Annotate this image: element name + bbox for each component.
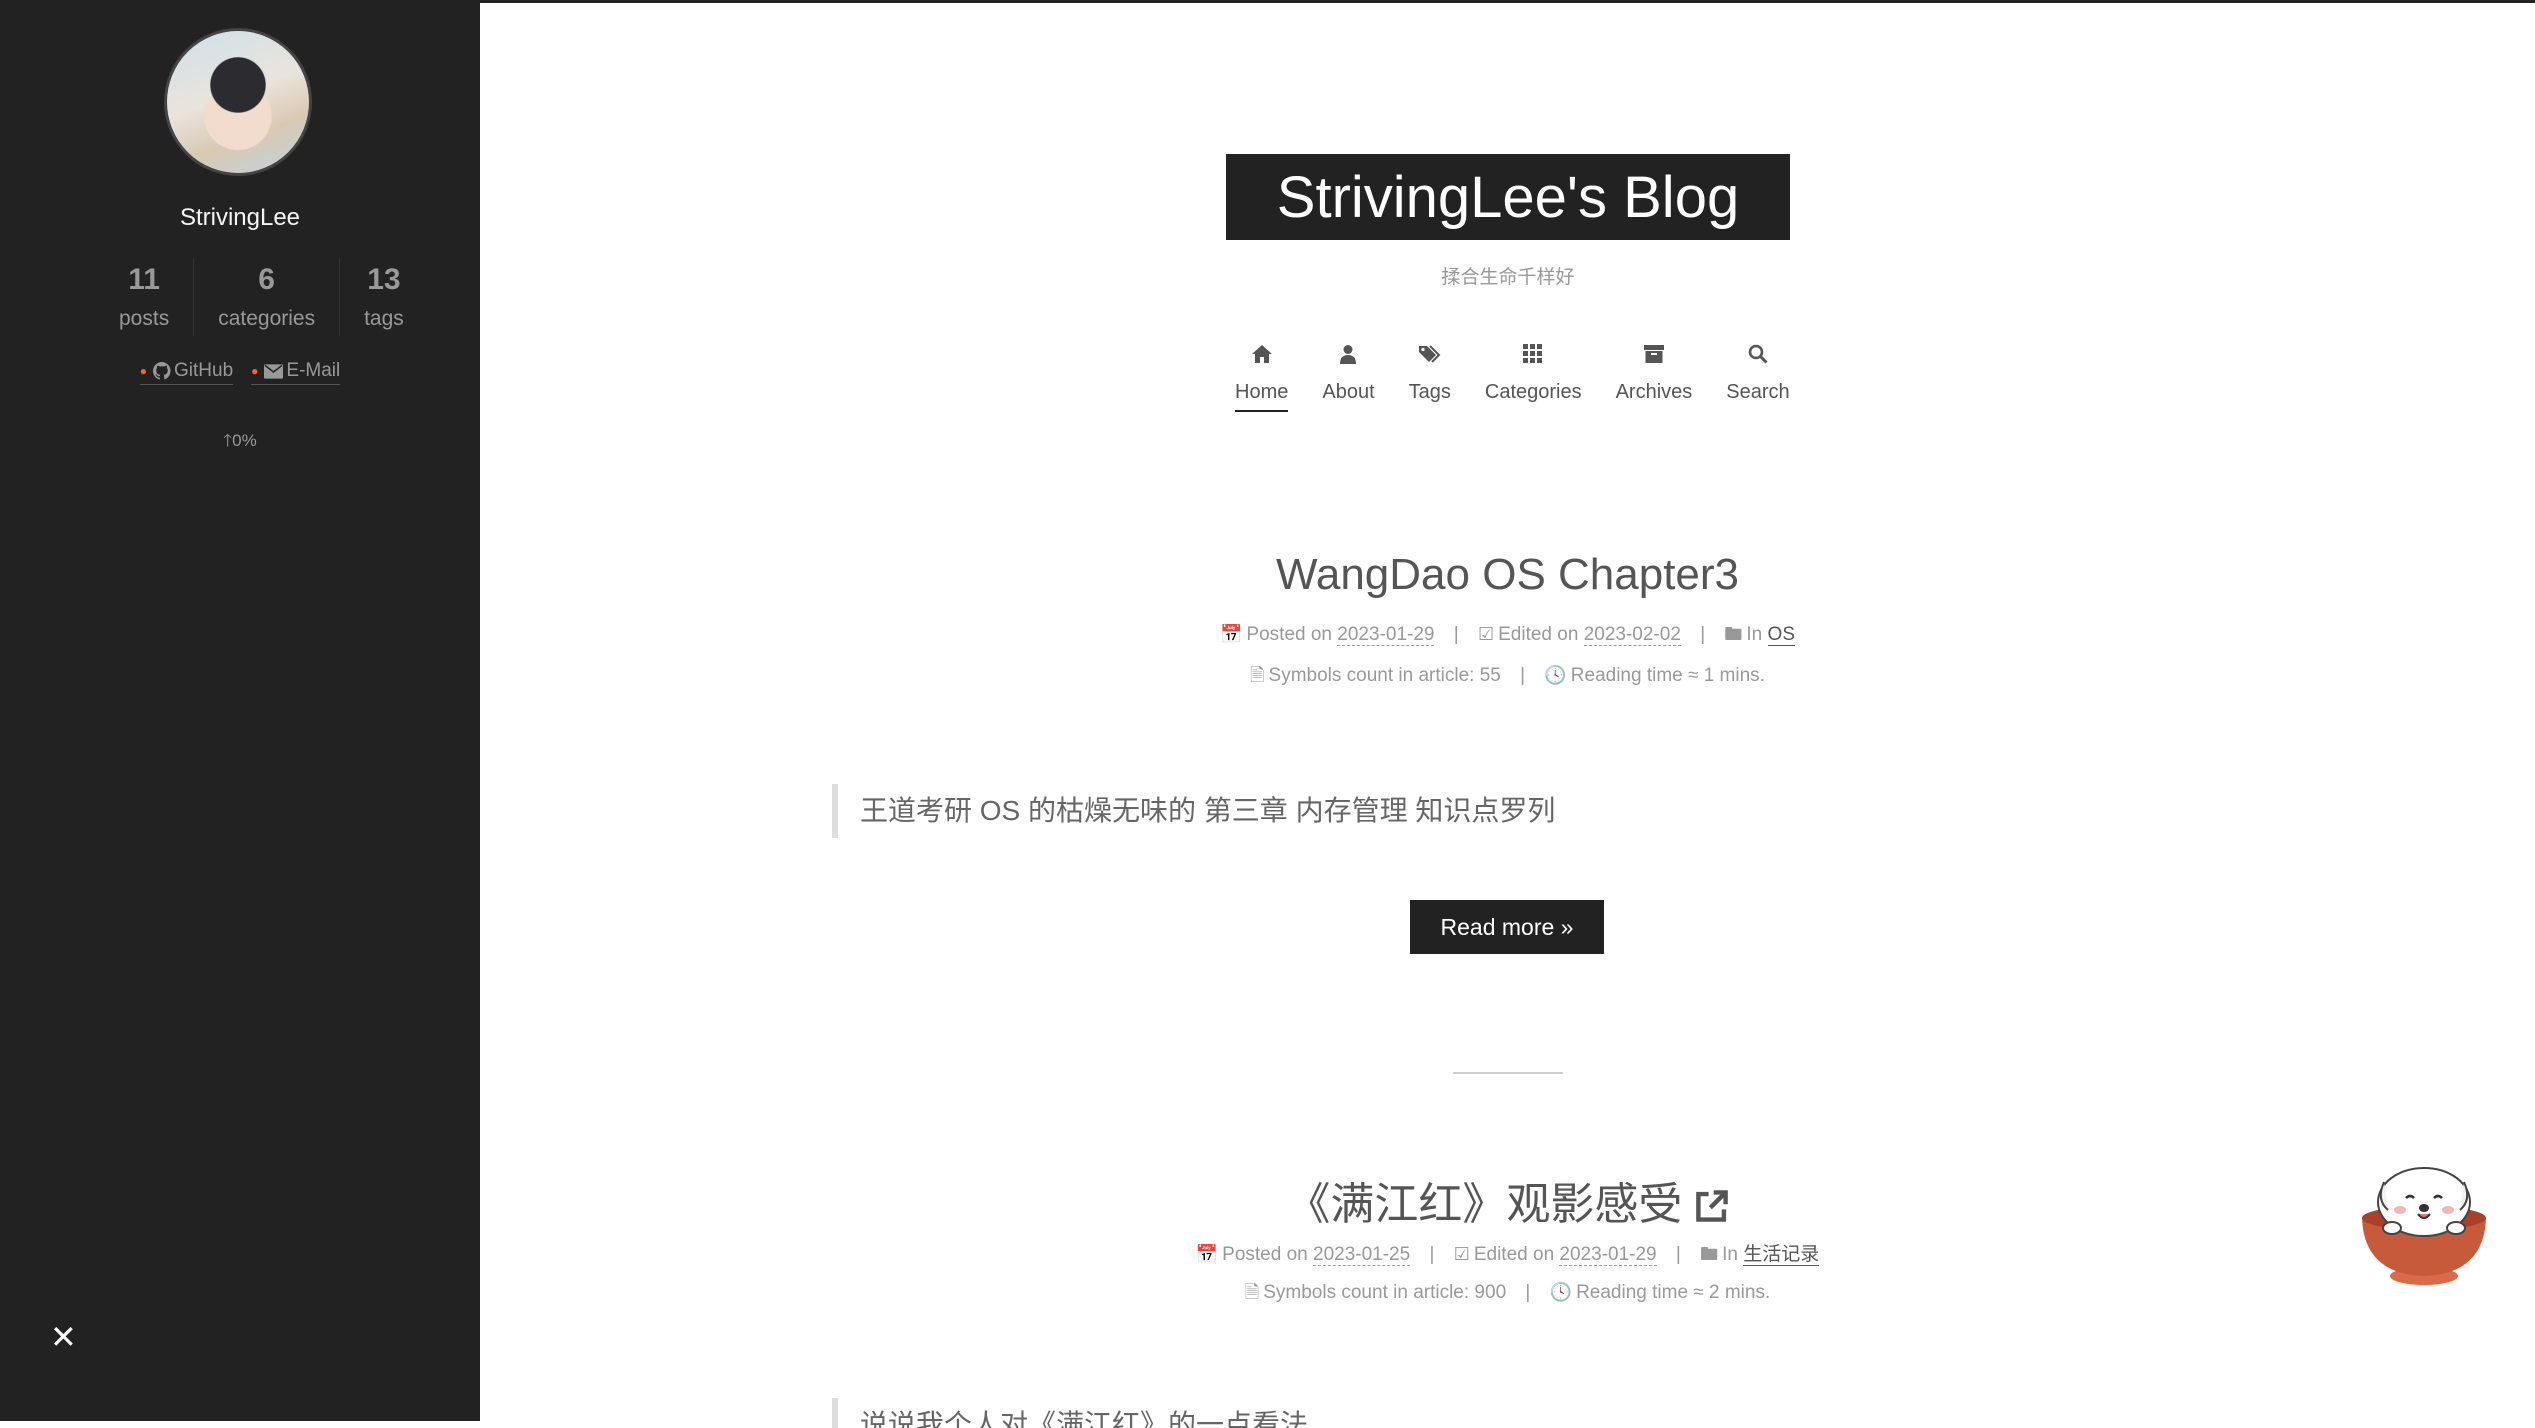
post-stats: 🗎 Symbols count in article: 900 | 🕓 Readin…	[480, 1280, 2535, 1310]
archive-icon	[1616, 340, 1693, 374]
social-links: ● GitHub ● E-Mail	[0, 360, 480, 385]
meta-separator: |	[1453, 624, 1459, 645]
post-excerpt: 说说我个人对《满江红》的一点看法	[832, 1398, 1308, 1428]
user-icon	[1322, 340, 1374, 374]
dot-icon: ●	[139, 364, 147, 378]
in-label: In	[1746, 624, 1763, 645]
site-title: StrivingLee's Blog	[1276, 164, 1740, 230]
posts-count: 11	[128, 263, 160, 296]
email-label: E-Mail	[286, 360, 341, 381]
clock-icon: 🕓	[1549, 1282, 1573, 1302]
post-meta: 📅 Posted on 2023-01-29 | ☑ Edited on 2023-…	[480, 622, 2535, 652]
edited-label: Edited on	[1498, 624, 1579, 645]
post-title[interactable]: 《满江红》观影感受	[480, 1168, 2535, 1232]
github-link[interactable]: ● GitHub	[139, 360, 234, 385]
mascot-icon[interactable]	[2354, 1156, 2494, 1296]
posted-date[interactable]: 2023-01-25	[1313, 1244, 1411, 1266]
back-to-top[interactable]: 🡑0%	[0, 428, 480, 457]
in-label: In	[1722, 1244, 1738, 1265]
meta-separator: |	[1429, 1244, 1435, 1265]
author-name: StrivingLee	[179, 204, 301, 231]
tags-count: 13	[367, 263, 401, 296]
arrow-up-icon: 🡑	[223, 431, 233, 450]
symbols-count: Symbols count in article: 900	[1263, 1282, 1507, 1303]
top-border	[480, 0, 2535, 3]
clock-icon: 🕓	[1544, 665, 1567, 685]
read-more-button[interactable]: Read more »	[1410, 900, 1604, 954]
main-menu: Home About Tags Categories Archives Sear…	[1218, 340, 1807, 412]
file-icon: 🗎	[1250, 665, 1265, 685]
meta-separator: |	[1520, 665, 1526, 686]
category-link[interactable]: 生活记录	[1743, 1244, 1820, 1266]
post-excerpt: 王道考研 OS 的枯燥无味的 第三章 内存管理 知识点罗列	[832, 784, 1555, 838]
folder-icon: 🖿	[1700, 1244, 1719, 1264]
edited-date[interactable]: 2023-02-02	[1583, 624, 1681, 646]
tags-icon	[1409, 340, 1451, 374]
post-meta: 📅 Posted on 2023-01-25 | ☑ Edited on 2023-…	[480, 1239, 2535, 1272]
meta-separator: |	[1700, 624, 1706, 645]
calendar-icon: 📅	[1195, 1244, 1219, 1264]
envelope-icon	[264, 363, 284, 379]
home-icon	[1235, 340, 1288, 374]
state-categories[interactable]: 6 categories	[193, 258, 339, 336]
external-link-icon	[1695, 1190, 1728, 1222]
email-link[interactable]: ● E-Mail	[251, 360, 341, 385]
calendar-check-icon: ☑	[1453, 1244, 1470, 1264]
posted-label: Posted on	[1246, 624, 1332, 645]
post-title[interactable]: WangDao OS Chapter3	[480, 550, 2535, 600]
posted-label: Posted on	[1222, 1244, 1308, 1265]
menu-label: About	[1322, 381, 1375, 403]
menu-label: Home	[1235, 374, 1289, 412]
post-divider	[1453, 1072, 1563, 1074]
calendar-check-icon: ☑	[1477, 624, 1495, 644]
category-link[interactable]: OS	[1767, 624, 1795, 646]
categories-label: categories	[218, 307, 316, 330]
grid-icon	[1485, 340, 1582, 374]
menu-item-tags[interactable]: Tags	[1392, 340, 1468, 412]
calendar-icon: 📅	[1220, 624, 1243, 644]
dot-icon: ●	[251, 364, 259, 378]
posts-label: posts	[119, 307, 170, 330]
menu-label: Tags	[1408, 381, 1451, 403]
site-brand[interactable]: StrivingLee's Blog	[1226, 154, 1790, 240]
reading-time: Reading time ≈ 1 mins.	[1570, 665, 1765, 686]
menu-item-home[interactable]: Home	[1218, 340, 1305, 412]
categories-count: 6	[258, 263, 275, 296]
site-subtitle: 揉合生命千样好	[1441, 267, 1575, 288]
menu-label: Search	[1726, 381, 1790, 403]
menu-item-categories[interactable]: Categories	[1468, 340, 1599, 412]
search-icon	[1726, 340, 1789, 374]
reading-time: Reading time ≈ 2 mins.	[1576, 1282, 1771, 1303]
menu-label: Archives	[1615, 381, 1693, 403]
menu-item-archives[interactable]: Archives	[1599, 340, 1710, 412]
github-icon	[153, 362, 171, 380]
posted-date[interactable]: 2023-01-29	[1337, 624, 1435, 646]
symbols-count: Symbols count in article: 55	[1268, 665, 1501, 686]
menu-item-search[interactable]: Search	[1709, 340, 1806, 412]
folder-icon: 🖿	[1724, 624, 1743, 644]
edited-date[interactable]: 2023-01-29	[1559, 1244, 1657, 1266]
file-icon: 🗎	[1244, 1282, 1260, 1302]
tags-label: tags	[364, 307, 404, 330]
site-state: 11 posts 6 categories 13 tags	[95, 258, 428, 336]
meta-separator: |	[1675, 1244, 1681, 1265]
scroll-percent: 0%	[232, 431, 257, 450]
edited-label: Edited on	[1473, 1244, 1555, 1265]
post-title-text: 《满江红》观影感受	[1286, 1180, 1683, 1229]
menu-label: Categories	[1484, 381, 1582, 403]
state-posts[interactable]: 11 posts	[95, 258, 193, 336]
avatar[interactable]	[164, 28, 312, 176]
menu-item-about[interactable]: About	[1305, 340, 1391, 412]
sidebar: StrivingLee 11 posts 6 categories 13 tag…	[0, 0, 480, 1421]
meta-separator: |	[1525, 1282, 1531, 1303]
post-stats: 🗎 Symbols count in article: 55 | 🕓 Reading…	[480, 663, 2535, 693]
github-label: GitHub	[174, 360, 234, 381]
close-sidebar-button[interactable]: ✕	[50, 1318, 77, 1356]
state-tags[interactable]: 13 tags	[339, 258, 428, 336]
